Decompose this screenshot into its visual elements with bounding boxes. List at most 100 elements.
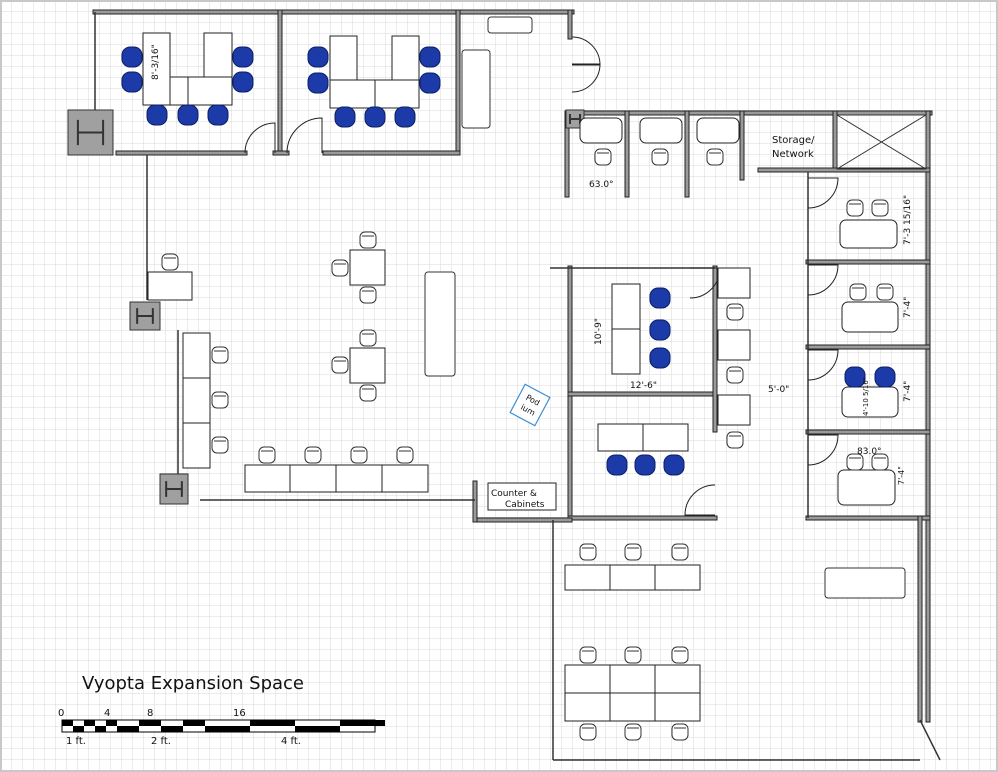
desk	[841, 301, 899, 333]
chair	[359, 384, 377, 402]
chair	[359, 329, 377, 347]
scale-tick-8: 8	[147, 708, 153, 719]
chair	[359, 231, 377, 249]
scale-bar-segment	[106, 720, 117, 726]
chair-blue	[606, 454, 628, 476]
table	[381, 464, 429, 493]
table	[654, 664, 701, 694]
table	[642, 423, 689, 452]
floor-plan: Vyopta Expansion Space 0 4 8 16 1 ft. 2 …	[0, 0, 998, 772]
table	[349, 347, 386, 384]
table	[335, 464, 383, 493]
scale-bar	[61, 719, 385, 733]
dim-office3-table: 4'-10 5/16"	[862, 377, 870, 416]
chair-blue	[207, 104, 229, 126]
counter-label-line1: Counter &	[491, 489, 537, 499]
chair-blue	[419, 46, 441, 68]
dim-corridor-width: 5'-0"	[768, 385, 789, 395]
table	[329, 35, 358, 81]
counter-label-line2: Cabinets	[505, 500, 545, 510]
chair	[651, 148, 669, 166]
chair	[706, 148, 724, 166]
scale-bar-segment	[73, 726, 84, 732]
table	[564, 692, 611, 722]
chair	[671, 543, 689, 561]
table	[564, 664, 611, 694]
table	[169, 76, 189, 106]
table	[329, 79, 376, 109]
scale-bar-segment	[183, 720, 205, 726]
table	[203, 32, 233, 78]
sofa	[424, 271, 456, 377]
chair	[304, 446, 322, 464]
chair	[624, 543, 642, 561]
scale-tick-16: 16	[233, 708, 246, 719]
chair	[579, 646, 597, 664]
table	[147, 271, 193, 301]
scale-label-4ft: 4 ft.	[281, 736, 301, 747]
dim-office4-angle: 83.0°	[857, 447, 882, 457]
chair	[876, 283, 894, 301]
scale-tick-4: 4	[104, 708, 110, 719]
dim-booth-angle: 63.0°	[589, 180, 614, 190]
scale-bar-segment	[250, 720, 295, 726]
chair	[350, 446, 368, 464]
chair-blue	[364, 106, 386, 128]
chair	[211, 391, 229, 409]
scale-label-2ft: 2 ft.	[151, 736, 171, 747]
table	[244, 464, 291, 493]
table	[609, 692, 656, 722]
chair	[211, 346, 229, 364]
storage-label-line2: Network	[772, 149, 814, 160]
chair	[579, 723, 597, 741]
chair	[849, 283, 867, 301]
chair	[359, 286, 377, 304]
table	[564, 564, 611, 591]
chair	[331, 259, 349, 277]
scale-bar-segment	[161, 726, 183, 732]
chair-blue	[121, 46, 143, 68]
scale-bar-segment	[95, 726, 106, 732]
chair-blue	[177, 104, 199, 126]
chair-blue	[232, 71, 254, 93]
chair	[258, 446, 276, 464]
chair	[624, 646, 642, 664]
desk	[696, 117, 740, 144]
dim-office3-depth: 7'-4"	[903, 381, 913, 402]
dim-office1-depth: 7'-3 15/16"	[903, 195, 913, 245]
storage-label-line1: Storage/	[772, 135, 815, 146]
scale-bar-segment	[117, 726, 139, 732]
table	[374, 79, 420, 109]
scale-label-1ft: 1 ft.	[66, 736, 86, 747]
chair-blue	[663, 454, 685, 476]
table	[717, 394, 751, 426]
chair	[726, 366, 744, 384]
chair-blue	[121, 71, 143, 93]
scale-tick-0: 0	[58, 708, 64, 719]
table	[182, 422, 211, 469]
chair	[726, 303, 744, 321]
desk	[837, 469, 896, 506]
table	[717, 267, 751, 299]
chair-blue	[232, 46, 254, 68]
chair-blue	[419, 72, 441, 94]
chair-blue	[874, 366, 896, 388]
table	[289, 464, 337, 493]
dim-conf-room-depth: 8'-3/16"	[151, 44, 161, 80]
sofa	[487, 16, 533, 34]
desk	[579, 117, 623, 144]
table	[187, 76, 233, 106]
table	[391, 35, 420, 81]
chair	[671, 646, 689, 664]
scale-bar-segment	[295, 726, 340, 732]
chair	[331, 356, 349, 374]
chair-blue	[307, 46, 329, 68]
chair	[871, 199, 889, 217]
chair-blue	[634, 454, 656, 476]
table	[609, 564, 656, 591]
desk	[839, 219, 898, 249]
chair	[726, 431, 744, 449]
dim-office4-depth: 7'-4"	[897, 466, 906, 485]
desk	[639, 117, 683, 144]
table	[182, 332, 211, 379]
